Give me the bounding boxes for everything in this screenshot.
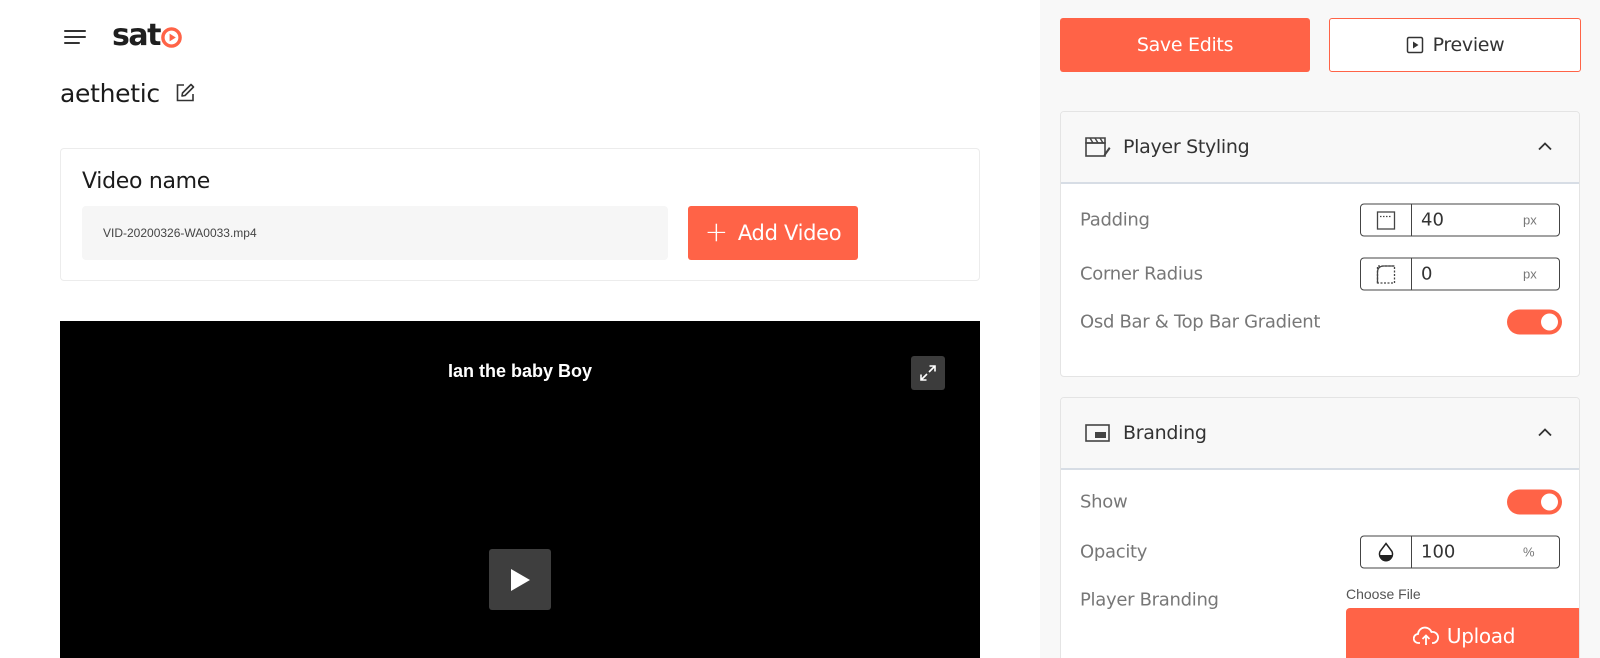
- player-branding-row: Player Branding Choose File Upload: [1061, 578, 1579, 658]
- corner-radius-row: Corner Radius 0 px: [1061, 248, 1579, 300]
- edit-icon[interactable]: [174, 82, 196, 104]
- editor-pane: sat aethetic Video name VID-20200326-WA0…: [0, 0, 1040, 658]
- corner-radius-label: Corner Radius: [1080, 263, 1203, 285]
- cloud-upload-icon: [1412, 626, 1439, 645]
- menu-icon[interactable]: [64, 29, 86, 45]
- plus-icon: +: [704, 214, 728, 248]
- gradient-label: Osd Bar & Top Bar Gradient: [1080, 311, 1321, 333]
- show-row: Show: [1061, 476, 1579, 528]
- preview-button[interactable]: Preview: [1329, 18, 1581, 72]
- gradient-row: Osd Bar & Top Bar Gradient: [1061, 296, 1579, 348]
- choose-file-label[interactable]: Choose File: [1346, 586, 1421, 602]
- save-edits-button[interactable]: Save Edits: [1060, 18, 1310, 72]
- padding-field[interactable]: 40 px: [1360, 203, 1560, 237]
- padding-label: Padding: [1080, 209, 1150, 231]
- logo-play-icon: [161, 26, 182, 48]
- play-button[interactable]: [489, 549, 551, 610]
- project-title-row: aethetic: [60, 76, 196, 110]
- video-name-label: Video name: [82, 169, 211, 194]
- opacity-unit: %: [1523, 544, 1535, 560]
- opacity-icon: [1361, 536, 1412, 568]
- corner-radius-unit: px: [1523, 266, 1537, 282]
- padding-unit: px: [1523, 212, 1537, 228]
- player-styling-section: Player Styling Padding 40 px Corner Radi…: [1060, 111, 1580, 377]
- corner-radius-field[interactable]: 0 px: [1360, 257, 1560, 291]
- upload-button[interactable]: Upload: [1346, 608, 1579, 658]
- opacity-row: Opacity 100 %: [1061, 526, 1579, 578]
- preview-play-icon: [1406, 36, 1423, 54]
- show-label: Show: [1080, 491, 1128, 513]
- opacity-field[interactable]: 100 %: [1360, 535, 1560, 569]
- add-video-label: Add Video: [737, 221, 842, 245]
- show-toggle[interactable]: [1507, 489, 1562, 515]
- player-title: Ian the baby Boy: [447, 361, 593, 381]
- video-name-card: Video name VID-20200326-WA0033.mp4 + Add…: [60, 148, 980, 281]
- chevron-up-icon[interactable]: [1537, 141, 1553, 151]
- play-icon: [511, 568, 530, 591]
- preview-label: Preview: [1432, 34, 1505, 56]
- player-branding-label: Player Branding: [1080, 589, 1219, 611]
- fullscreen-button[interactable]: [911, 356, 945, 390]
- branding-icon: [1085, 424, 1110, 442]
- clapperboard-icon: [1085, 137, 1111, 157]
- player-styling-header[interactable]: Player Styling: [1061, 112, 1579, 184]
- video-file-input[interactable]: VID-20200326-WA0033.mp4: [82, 206, 668, 260]
- branding-title: Branding: [1123, 422, 1207, 444]
- branding-section: Branding Show Opacity 100 % Player Brand…: [1060, 397, 1580, 658]
- gradient-toggle[interactable]: [1507, 309, 1562, 335]
- padding-row: Padding 40 px: [1061, 194, 1579, 246]
- expand-icon: [920, 365, 936, 381]
- chevron-up-icon[interactable]: [1537, 427, 1553, 437]
- padding-input[interactable]: 40: [1412, 210, 1523, 231]
- player-styling-title: Player Styling: [1123, 136, 1250, 158]
- opacity-label: Opacity: [1080, 541, 1148, 563]
- padding-icon: [1361, 204, 1412, 236]
- logo-text: sat: [112, 17, 161, 53]
- video-player[interactable]: Ian the baby Boy: [60, 321, 980, 658]
- branding-header[interactable]: Branding: [1061, 398, 1579, 470]
- project-name: aethetic: [60, 78, 160, 108]
- opacity-input[interactable]: 100: [1412, 542, 1523, 563]
- add-video-button[interactable]: + Add Video: [688, 206, 858, 260]
- settings-panel: Save Edits Preview Player Styling Paddin…: [1040, 0, 1600, 658]
- corner-radius-input[interactable]: 0: [1412, 264, 1523, 285]
- corner-radius-icon: [1361, 258, 1412, 290]
- toggle-knob: [1541, 313, 1558, 331]
- logo[interactable]: sat: [112, 17, 182, 53]
- upload-label: Upload: [1446, 624, 1516, 648]
- toggle-knob: [1541, 493, 1558, 511]
